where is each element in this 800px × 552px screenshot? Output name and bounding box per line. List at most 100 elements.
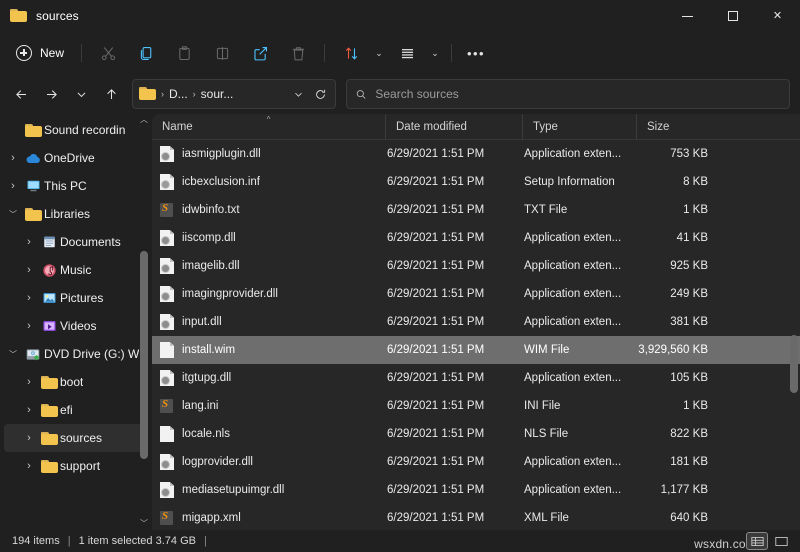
- maximize-button[interactable]: [710, 0, 755, 32]
- paste-icon: [176, 45, 193, 62]
- search-input[interactable]: [375, 87, 781, 101]
- copy-icon: [138, 45, 155, 62]
- chevron-right-icon[interactable]: ›: [20, 292, 38, 304]
- file-row[interactable]: lang.ini6/29/2021 1:51 PMINI File1 KB: [152, 392, 800, 420]
- file-row[interactable]: logprovider.dll6/29/2021 1:51 PMApplicat…: [152, 448, 800, 476]
- minimize-button[interactable]: [665, 0, 710, 32]
- file-row[interactable]: migapp.xml6/29/2021 1:51 PMXML File640 K…: [152, 504, 800, 530]
- file-row[interactable]: imagelib.dll6/29/2021 1:51 PMApplication…: [152, 252, 800, 280]
- sidebar-item-boot[interactable]: ›boot: [4, 368, 148, 396]
- breadcrumb[interactable]: › D... › sour...: [132, 79, 336, 109]
- sort-dropdown[interactable]: ⌄: [370, 38, 388, 68]
- more-options-button[interactable]: •••: [459, 38, 493, 68]
- breadcrumb-item-0[interactable]: D...: [166, 87, 191, 101]
- sidebar-scrollbar[interactable]: ︿ ﹀: [138, 114, 150, 530]
- sidebar-item-sound-recordin[interactable]: Sound recordin: [4, 116, 148, 144]
- sidebar-item-this-pc[interactable]: ›This PC: [4, 172, 148, 200]
- toolbar-divider-3: [451, 44, 452, 62]
- back-button[interactable]: [6, 79, 36, 109]
- file-row[interactable]: iiscomp.dll6/29/2021 1:51 PMApplication …: [152, 224, 800, 252]
- sidebar-item-music[interactable]: › Music: [4, 256, 148, 284]
- file-row[interactable]: idwbinfo.txt6/29/2021 1:51 PMTXT File1 K…: [152, 196, 800, 224]
- chevron-right-icon[interactable]: ›: [20, 376, 38, 388]
- sidebar-item-onedrive[interactable]: › OneDrive: [4, 144, 148, 172]
- search-box[interactable]: [346, 79, 790, 109]
- sidebar-item-support[interactable]: ›support: [4, 452, 148, 480]
- chevron-right-icon[interactable]: ›: [20, 264, 38, 276]
- monitor-icon: [22, 179, 44, 193]
- chevron-down-icon[interactable]: ﹀: [140, 518, 148, 530]
- file-date-cell: 6/29/2021 1:51 PM: [385, 260, 522, 272]
- file-name-cell: lang.ini: [152, 398, 385, 414]
- chevron-down-icon[interactable]: ﹀: [4, 349, 22, 360]
- chevron-right-icon[interactable]: ›: [20, 236, 38, 248]
- file-date-cell: 6/29/2021 1:51 PM: [385, 456, 522, 468]
- new-button[interactable]: New: [8, 38, 74, 68]
- folder-icon: [38, 459, 60, 473]
- tiles-view-button[interactable]: [770, 532, 792, 550]
- close-button[interactable]: ✕: [755, 0, 800, 32]
- file-row[interactable]: imagingprovider.dll6/29/2021 1:51 PMAppl…: [152, 280, 800, 308]
- chevron-right-icon[interactable]: ›: [20, 320, 38, 332]
- dll-file-icon: [160, 370, 174, 386]
- sidebar-item-label: Documents: [60, 235, 121, 249]
- sidebar-item-label: OneDrive: [44, 151, 95, 165]
- up-button[interactable]: [96, 79, 126, 109]
- sidebar-item-pictures[interactable]: ›Pictures: [4, 284, 148, 312]
- file-name-cell: mediasetupuimgr.dll: [152, 482, 385, 498]
- file-name-label: icbexclusion.inf: [182, 176, 260, 188]
- details-view-button[interactable]: [746, 532, 768, 550]
- toolbar-divider: [81, 44, 82, 62]
- refresh-button[interactable]: [309, 82, 331, 106]
- breadcrumb-item-1[interactable]: sour...: [198, 87, 237, 101]
- delete-button[interactable]: [279, 38, 317, 68]
- paste-button[interactable]: [165, 38, 203, 68]
- forward-button[interactable]: [36, 79, 66, 109]
- cut-button[interactable]: [89, 38, 127, 68]
- sidebar-item-label: Sound recordin: [44, 123, 125, 137]
- sidebar-item-efi[interactable]: ›efi: [4, 396, 148, 424]
- file-row[interactable]: locale.nls6/29/2021 1:51 PMNLS File822 K…: [152, 420, 800, 448]
- view-dropdown[interactable]: ⌄: [426, 38, 444, 68]
- file-list-scrollbar[interactable]: [788, 140, 800, 530]
- file-row[interactable]: input.dll6/29/2021 1:51 PMApplication ex…: [152, 308, 800, 336]
- sidebar-scroll-track[interactable]: [138, 126, 150, 518]
- recent-locations-button[interactable]: [66, 79, 96, 109]
- column-header-date[interactable]: Date modified: [385, 114, 522, 140]
- file-row[interactable]: icbexclusion.inf6/29/2021 1:51 PMSetup I…: [152, 168, 800, 196]
- sidebar-item-dvd-drive-g-w[interactable]: ﹀DVD Drive (G:) W: [4, 340, 148, 368]
- column-header-type[interactable]: Type: [522, 114, 636, 140]
- file-rows: iasmigplugin.dll6/29/2021 1:51 PMApplica…: [152, 140, 800, 530]
- chevron-up-icon[interactable]: ︿: [140, 114, 148, 126]
- copy-button[interactable]: [127, 38, 165, 68]
- file-size-cell: 105 KB: [636, 372, 720, 384]
- file-date-cell: 6/29/2021 1:51 PM: [385, 176, 522, 188]
- column-header-name[interactable]: Name ^: [152, 114, 385, 140]
- sort-button[interactable]: [332, 38, 370, 68]
- chevron-right-icon[interactable]: ›: [20, 432, 38, 444]
- file-name-label: install.wim: [182, 344, 235, 356]
- sidebar-scroll-thumb[interactable]: [140, 251, 148, 459]
- sidebar-item-videos[interactable]: ›Videos: [4, 312, 148, 340]
- chevron-right-icon[interactable]: ›: [4, 152, 22, 164]
- file-type-cell: XML File: [522, 512, 636, 524]
- chevron-right-icon[interactable]: ›: [20, 404, 38, 416]
- file-row[interactable]: mediasetupuimgr.dll6/29/2021 1:51 PMAppl…: [152, 476, 800, 504]
- breadcrumb-dropdown-button[interactable]: [287, 82, 309, 106]
- view-button[interactable]: [388, 38, 426, 68]
- file-size-cell: 381 KB: [636, 316, 720, 328]
- rename-button[interactable]: [203, 38, 241, 68]
- file-list-scroll-thumb[interactable]: [790, 335, 798, 393]
- chevron-right-icon[interactable]: ›: [20, 460, 38, 472]
- column-header-size[interactable]: Size: [636, 114, 710, 140]
- file-row[interactable]: iasmigplugin.dll6/29/2021 1:51 PMApplica…: [152, 140, 800, 168]
- chevron-right-icon[interactable]: ›: [4, 180, 22, 192]
- chevron-down-icon[interactable]: ﹀: [4, 209, 22, 220]
- sidebar-item-sources[interactable]: ›sources: [4, 424, 148, 452]
- share-button[interactable]: [241, 38, 279, 68]
- sidebar-item-label: Music: [60, 263, 91, 277]
- file-row[interactable]: itgtupg.dll6/29/2021 1:51 PMApplication …: [152, 364, 800, 392]
- sidebar-item-libraries[interactable]: ﹀Libraries: [4, 200, 148, 228]
- sidebar-item-documents[interactable]: › Documents: [4, 228, 148, 256]
- file-row[interactable]: install.wim6/29/2021 1:51 PMWIM File3,92…: [152, 336, 800, 364]
